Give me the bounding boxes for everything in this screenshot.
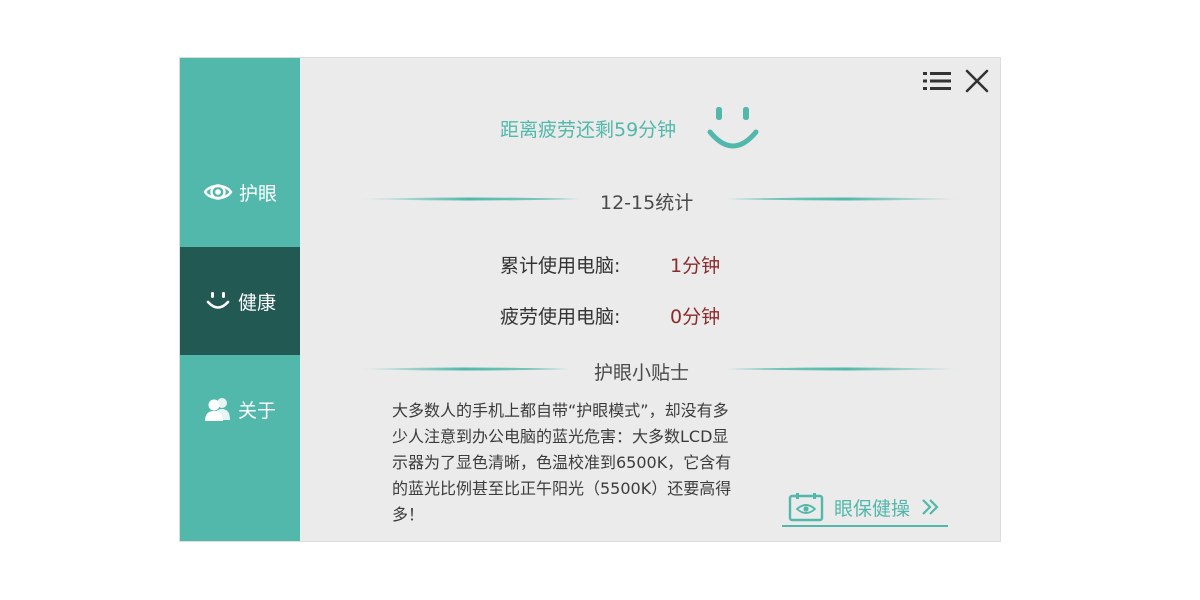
sidebar-item-label: 关于 bbox=[237, 399, 276, 422]
divider-left bbox=[358, 367, 570, 371]
double-chevron-right-icon bbox=[920, 497, 940, 517]
total-usage-value: 1分钟 bbox=[670, 255, 721, 277]
divider-right bbox=[726, 367, 966, 371]
sidebar: 护眼 健康 关于 bbox=[180, 58, 300, 541]
fatigue-usage-value: 0分钟 bbox=[670, 306, 721, 328]
smile-icon bbox=[706, 104, 760, 160]
sidebar-item-health[interactable]: 健康 bbox=[180, 247, 300, 355]
menu-icon bbox=[923, 70, 951, 96]
sidebar-item-label: 护眼 bbox=[238, 182, 277, 205]
total-usage-label: 累计使用电脑: bbox=[500, 255, 621, 277]
sidebar-item-eye-care[interactable]: 护眼 bbox=[180, 138, 300, 246]
divider-left bbox=[358, 197, 580, 201]
tips-section-title: 护眼小贴士 bbox=[594, 362, 690, 384]
close-icon bbox=[965, 69, 989, 97]
stats-section-title: 12-15统计 bbox=[600, 192, 694, 214]
app-window: 护眼 健康 关于 距离疲劳还剩59分钟 12-15统计 累计使用电脑: 1分钟 … bbox=[179, 57, 1001, 542]
eye-care-tip-text: 大多数人的手机上都自带“护眼模式”，却没有多少人注意到办公电脑的蓝光危害：大多数… bbox=[392, 401, 732, 524]
fatigue-usage-label: 疲劳使用电脑: bbox=[500, 306, 621, 328]
fatigue-countdown-text: 距离疲劳还剩59分钟 bbox=[500, 119, 677, 141]
main-content: 距离疲劳还剩59分钟 12-15统计 累计使用电脑: 1分钟 疲劳使用电脑: 0… bbox=[300, 58, 1000, 541]
sidebar-item-about[interactable]: 关于 bbox=[180, 355, 300, 463]
close-button[interactable] bbox=[962, 69, 992, 97]
eye-exercise-link[interactable]: 眼保健操 bbox=[782, 489, 948, 527]
calendar-eye-icon bbox=[788, 492, 824, 522]
users-icon bbox=[204, 396, 232, 422]
smile-icon bbox=[204, 289, 232, 313]
divider-right bbox=[726, 197, 966, 201]
eye-icon bbox=[203, 180, 233, 204]
sidebar-item-label: 健康 bbox=[237, 291, 276, 314]
eye-exercise-label: 眼保健操 bbox=[834, 497, 911, 520]
menu-button[interactable] bbox=[922, 70, 952, 96]
